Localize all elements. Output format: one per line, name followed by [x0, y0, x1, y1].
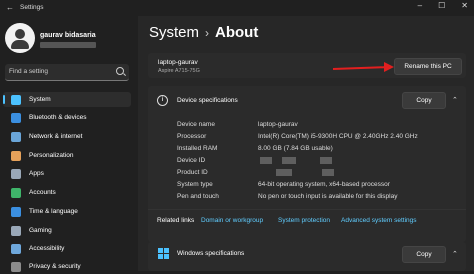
wifi-icon	[11, 131, 21, 142]
page-title: About	[215, 24, 259, 41]
spec-value: laptop-gaurav	[258, 121, 298, 128]
sidebar-item-bluetooth[interactable]: Bluetooth & devices	[3, 110, 131, 125]
breadcrumb: System › About	[149, 24, 258, 41]
sidebar-item-accounts[interactable]: Accounts	[3, 185, 131, 200]
sidebar-item-label: Privacy & security	[29, 263, 81, 270]
apps-icon	[11, 168, 21, 179]
redacted-value	[320, 157, 332, 164]
chevron-up-icon[interactable]: ⌃	[452, 250, 458, 258]
copy-device-specs-button[interactable]: Copy	[402, 92, 446, 109]
domain-workgroup-link[interactable]: Domain or workgroup	[201, 217, 263, 224]
breadcrumb-parent[interactable]: System	[149, 24, 199, 41]
device-specs-title[interactable]: Device specifications	[177, 97, 238, 104]
sidebar-item-label: Time & language	[29, 208, 78, 215]
sidebar-item-privacy[interactable]: Privacy & security	[3, 259, 131, 274]
redacted-value	[282, 157, 296, 164]
shield-icon	[11, 261, 21, 272]
system-protection-link[interactable]: System protection	[278, 217, 330, 224]
windows-specs-title[interactable]: Windows specifications	[177, 250, 244, 257]
close-icon[interactable]: ✕	[461, 1, 468, 10]
rename-pc-button[interactable]: Rename this PC	[394, 58, 462, 75]
spec-value: No pen or touch input is available for t…	[258, 193, 398, 200]
chevron-up-icon[interactable]: ⌃	[452, 96, 458, 104]
sidebar-item-label: System	[29, 96, 51, 103]
sidebar-item-label: Personalization	[29, 152, 74, 159]
redacted-value	[276, 169, 292, 176]
user-name: gaurav bidasaria	[40, 32, 96, 39]
clock-icon	[11, 206, 21, 217]
window-controls: – ☐ ✕	[418, 1, 468, 10]
title-bar: ← Settings – ☐ ✕	[0, 0, 474, 16]
sidebar-item-label: Accessibility	[29, 245, 65, 252]
maximize-icon[interactable]: ☐	[438, 1, 445, 10]
spec-label: Pen and touch	[177, 193, 219, 200]
sidebar-item-label: Bluetooth & devices	[29, 114, 87, 121]
spec-value: 8.00 GB (7.84 GB usable)	[258, 145, 333, 152]
spec-label: System type	[177, 181, 213, 188]
sidebar-item-apps[interactable]: Apps	[3, 166, 131, 181]
sidebar-item-label: Gaming	[29, 227, 52, 234]
controller-icon	[11, 225, 21, 236]
accessibility-icon	[11, 243, 21, 254]
sidebar-item-time-language[interactable]: Time & language	[3, 204, 131, 219]
sidebar-item-gaming[interactable]: Gaming	[3, 223, 131, 238]
redacted-value	[260, 157, 272, 164]
search-box[interactable]	[5, 64, 129, 81]
divider	[148, 209, 466, 210]
related-links-title: Related links	[157, 217, 195, 224]
device-name: laptop-gaurav	[158, 59, 198, 66]
back-arrow-icon[interactable]: ←	[6, 3, 14, 12]
user-email-redacted	[40, 42, 96, 48]
sidebar-item-label: Accounts	[29, 189, 56, 196]
person-icon	[11, 187, 21, 198]
search-icon[interactable]	[116, 67, 124, 75]
spec-value: 64-bit operating system, x64-based proce…	[258, 181, 390, 188]
sidebar-item-personalization[interactable]: Personalization	[3, 148, 131, 163]
spec-value: Intel(R) Core(TM) i5-9300H CPU @ 2.40GHz…	[258, 133, 418, 140]
spec-label: Installed RAM	[177, 145, 218, 152]
breadcrumb-separator-icon: ›	[205, 26, 210, 40]
sidebar-item-system[interactable]: System	[3, 92, 131, 107]
bluetooth-icon	[11, 112, 21, 123]
spec-label: Device name	[177, 121, 215, 128]
redacted-value	[322, 169, 334, 176]
brush-icon	[11, 150, 21, 161]
window-title: Settings	[20, 4, 44, 11]
system-icon	[11, 94, 21, 105]
copy-windows-specs-button[interactable]: Copy	[402, 246, 446, 263]
minimize-icon[interactable]: –	[418, 1, 422, 10]
sidebar-item-network[interactable]: Network & internet	[3, 129, 131, 144]
device-model: Aspire A715-75G	[158, 68, 200, 74]
windows-logo-icon	[158, 248, 169, 259]
spec-label: Product ID	[177, 169, 208, 176]
search-input[interactable]	[9, 66, 109, 77]
spec-label: Processor	[177, 133, 207, 140]
info-icon: i	[157, 95, 168, 106]
advanced-system-settings-link[interactable]: Advanced system settings	[341, 217, 417, 224]
avatar[interactable]	[5, 23, 35, 53]
sidebar-item-label: Network & internet	[29, 133, 83, 140]
sidebar-item-label: Apps	[29, 170, 44, 177]
spec-label: Device ID	[177, 157, 206, 164]
sidebar-item-accessibility[interactable]: Accessibility	[3, 241, 131, 256]
annotation-arrow-head-icon	[384, 62, 394, 72]
